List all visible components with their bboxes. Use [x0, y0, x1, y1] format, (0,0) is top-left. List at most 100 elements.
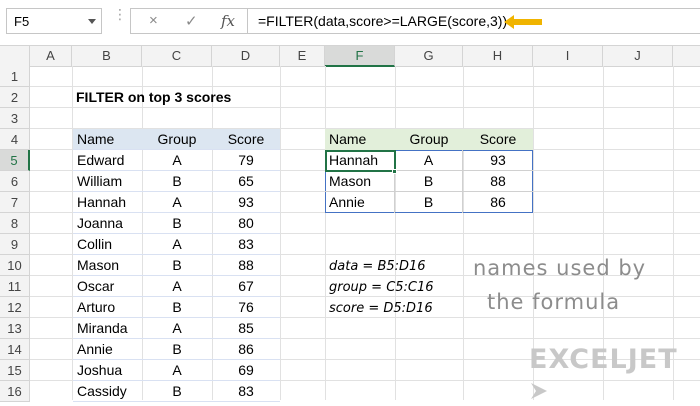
data-cell-name[interactable]: Edward	[73, 150, 142, 171]
data-header-score[interactable]: Score	[212, 129, 280, 150]
result-header-score[interactable]: Score	[463, 129, 533, 150]
data-cell-group[interactable]: A	[142, 276, 212, 297]
row-header-3[interactable]: 3	[0, 108, 30, 129]
enter-icon[interactable]: ✓	[185, 12, 198, 30]
data-cell-group[interactable]: B	[142, 339, 212, 360]
result-cell-name[interactable]: Annie	[325, 192, 395, 213]
column-header-k[interactable]	[673, 46, 700, 67]
data-cell-name[interactable]: Hannah	[73, 192, 142, 213]
row-header-9[interactable]: 9	[0, 234, 30, 255]
row-header-10[interactable]: 10	[0, 255, 30, 276]
named-range-score: score = D5:D16	[329, 301, 433, 316]
column-headers: A B C D E F G H I J	[0, 45, 700, 67]
data-cell-group[interactable]: A	[142, 192, 212, 213]
sheet-title[interactable]: FILTER on top 3 scores	[76, 87, 231, 108]
data-cell-score[interactable]: 65	[212, 171, 280, 192]
row-header-6[interactable]: 6	[0, 171, 30, 192]
grid-line	[395, 66, 396, 400]
row-header-11[interactable]: 11	[0, 276, 30, 297]
row-header-14[interactable]: 14	[0, 339, 30, 360]
column-header-c[interactable]: C	[142, 46, 212, 67]
result-cell-score[interactable]: 86	[463, 192, 533, 213]
grid-line	[463, 66, 464, 400]
data-cell-group[interactable]: A	[142, 234, 212, 255]
row-header-5[interactable]: 5	[0, 150, 30, 171]
column-header-b[interactable]: B	[72, 46, 142, 67]
data-cell-score[interactable]: 67	[212, 276, 280, 297]
data-cell-score[interactable]: 85	[212, 318, 280, 339]
data-cell-score[interactable]: 93	[212, 192, 280, 213]
row-header-13[interactable]: 13	[0, 318, 30, 339]
name-box-value: F5	[14, 14, 30, 29]
select-all-corner[interactable]	[0, 46, 30, 67]
row-header-2[interactable]: 2	[0, 87, 30, 108]
data-cell-score[interactable]: 76	[212, 297, 280, 318]
column-header-a[interactable]: A	[30, 46, 72, 67]
data-cell-group[interactable]: A	[142, 360, 212, 381]
annotation-line-2: the formula	[487, 290, 621, 314]
active-cell-f5[interactable]	[325, 150, 396, 172]
grid-line	[280, 66, 281, 400]
result-cell-group[interactable]: B	[395, 171, 463, 192]
data-cell-score[interactable]: 79	[212, 150, 280, 171]
data-cell-group[interactable]: B	[142, 171, 212, 192]
data-cell-name[interactable]: Cassidy	[73, 381, 142, 402]
data-cell-group[interactable]: B	[142, 255, 212, 276]
data-cell-name[interactable]: Arturo	[73, 297, 142, 318]
data-cell-group[interactable]: B	[142, 213, 212, 234]
column-header-h[interactable]: H	[463, 46, 533, 67]
chevron-down-icon[interactable]	[88, 19, 96, 24]
result-cell-score[interactable]: 88	[463, 171, 533, 192]
data-cell-name[interactable]: Mason	[73, 255, 142, 276]
row-header-7[interactable]: 7	[0, 192, 30, 213]
data-cell-score[interactable]: 80	[212, 213, 280, 234]
grip-icon[interactable]: ⋮	[113, 7, 127, 21]
data-cell-score[interactable]: 69	[212, 360, 280, 381]
result-cell-score[interactable]: 93	[463, 150, 533, 171]
data-cell-group[interactable]: A	[142, 318, 212, 339]
result-header-name[interactable]: Name	[325, 129, 395, 150]
result-cell-group[interactable]: B	[395, 192, 463, 213]
data-cell-score[interactable]: 83	[212, 381, 280, 402]
cancel-icon[interactable]: ×	[149, 12, 158, 29]
data-cell-name[interactable]: Annie	[73, 339, 142, 360]
column-header-i[interactable]: I	[533, 46, 603, 67]
fill-handle[interactable]	[392, 169, 397, 174]
data-cell-score[interactable]: 83	[212, 234, 280, 255]
data-cell-score[interactable]: 88	[212, 255, 280, 276]
row-header-4[interactable]: 4	[0, 129, 30, 150]
column-header-d[interactable]: D	[212, 46, 280, 67]
logo-text: EXCELJET	[529, 344, 678, 375]
data-header-name[interactable]: Name	[73, 129, 142, 150]
data-cell-name[interactable]: Joshua	[73, 360, 142, 381]
data-cell-group[interactable]: B	[142, 381, 212, 402]
logo-arrow-icon	[531, 383, 547, 399]
row-header-16[interactable]: 16	[0, 381, 30, 402]
data-cell-name[interactable]: Oscar	[73, 276, 142, 297]
data-cell-name[interactable]: Collin	[73, 234, 142, 255]
row-header-15[interactable]: 15	[0, 360, 30, 381]
column-header-f[interactable]: F	[325, 46, 395, 67]
row-header-8[interactable]: 8	[0, 213, 30, 234]
data-cell-group[interactable]: B	[142, 297, 212, 318]
result-cell-group[interactable]: A	[395, 150, 463, 171]
data-cell-score[interactable]: 86	[212, 339, 280, 360]
data-cell-name[interactable]: Joanna	[73, 213, 142, 234]
data-cell-group[interactable]: A	[142, 150, 212, 171]
column-header-e[interactable]: E	[280, 46, 325, 67]
named-range-data: data = B5:D16	[329, 259, 426, 274]
result-header-group[interactable]: Group	[395, 129, 463, 150]
data-header-group[interactable]: Group	[142, 129, 212, 150]
column-header-g[interactable]: G	[395, 46, 463, 67]
formula-text: =FILTER(data,score>=LARGE(score,3))	[258, 13, 508, 29]
result-cell-name[interactable]: Mason	[325, 171, 395, 192]
insert-function-icon[interactable]: fx	[221, 12, 235, 30]
formula-input[interactable]: =FILTER(data,score>=LARGE(score,3))	[248, 8, 700, 34]
row-header-1[interactable]: 1	[0, 66, 30, 87]
row-header-12[interactable]: 12	[0, 297, 30, 318]
name-box[interactable]: F5	[6, 8, 102, 34]
formula-bar: F5 ⋮ × ✓ fx =FILTER(data,score>=LARGE(sc…	[0, 0, 700, 44]
column-header-j[interactable]: J	[603, 46, 673, 67]
data-cell-name[interactable]: Miranda	[73, 318, 142, 339]
data-cell-name[interactable]: William	[73, 171, 142, 192]
